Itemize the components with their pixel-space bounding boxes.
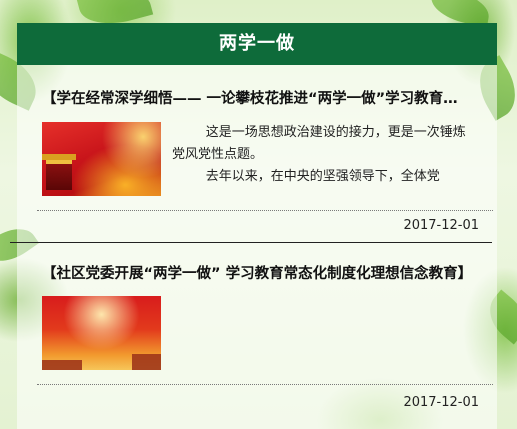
article-summary: 这是一场思想政治建设的接力，更是一次锤炼党风党性点题。 去年以来，在中央的坚强领… xyxy=(172,122,477,188)
summary-line: 去年以来，在中央的坚强领导下，全体党 xyxy=(205,169,440,184)
article-headline[interactable]: 【学在经常深学细悟—— 一论攀枝花推进“两学一做”学习教育常态化制度化】 xyxy=(42,87,470,108)
tiananmen-gate-icon xyxy=(42,154,76,190)
dotted-divider xyxy=(37,384,493,385)
skyline-shape xyxy=(132,354,161,370)
article-date: 2017-12-01 xyxy=(403,218,479,233)
article-separator xyxy=(10,242,492,243)
summary-line: 这是一场思想政治建设的接力，更是一次锤炼党风党性点题。 xyxy=(172,125,466,162)
article-headline[interactable]: 【社区党委开展“两学一做” 学习教育常态化制度化理想信念教育】 xyxy=(42,262,480,283)
article-thumbnail[interactable] xyxy=(42,296,161,370)
article-thumbnail[interactable] xyxy=(42,122,161,196)
section-title: 两学一做 xyxy=(17,23,497,65)
article-date: 2017-12-01 xyxy=(403,395,479,410)
dotted-divider xyxy=(37,210,493,211)
skyline-shape xyxy=(42,360,82,370)
